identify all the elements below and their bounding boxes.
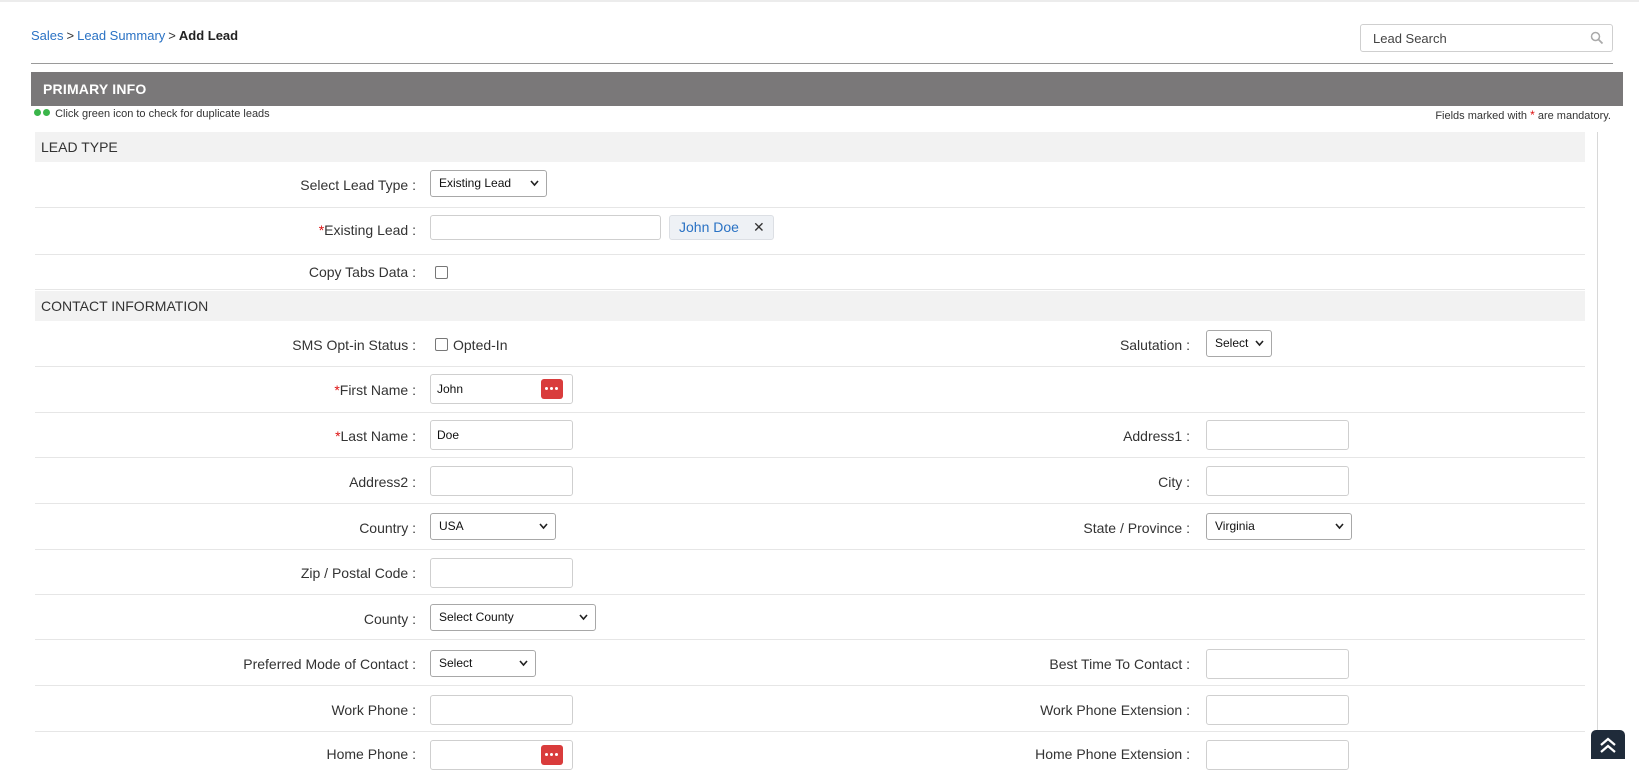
- right-border: [1597, 132, 1598, 759]
- address1-label: Address1 :: [1123, 428, 1190, 444]
- address1-input[interactable]: [1206, 420, 1349, 450]
- first-name-label: *First Name :: [334, 382, 416, 398]
- double-chevron-up-icon: [1600, 737, 1616, 753]
- existing-lead-input[interactable]: [430, 215, 661, 240]
- city-label: City :: [1158, 474, 1190, 490]
- work-phone-extension-label: Work Phone Extension :: [1040, 702, 1190, 718]
- first-name-label-text: First Name :: [339, 382, 416, 398]
- breadcrumb-sales-link[interactable]: Sales: [31, 28, 64, 43]
- row-divider: [35, 549, 1585, 550]
- row-divider: [35, 412, 1585, 413]
- existing-lead-chip-label: John Doe: [679, 219, 739, 235]
- sms-opt-in-label: SMS Opt-in Status :: [292, 337, 416, 353]
- row-divider: [35, 685, 1585, 686]
- header-divider: [31, 63, 1613, 64]
- zip-postal-code-label: Zip / Postal Code :: [300, 565, 416, 581]
- chevron-down-icon: [530, 180, 539, 187]
- last-name-label-text: Last Name :: [340, 428, 416, 444]
- row-divider: [35, 254, 1585, 255]
- scroll-to-top-button[interactable]: [1591, 730, 1625, 759]
- duplicate-hint: Click green icon to check for duplicate …: [34, 108, 270, 120]
- sms-opted-in-label: Opted-In: [453, 337, 508, 353]
- green-dot-icon: [43, 109, 50, 116]
- lead-type-select[interactable]: Existing Lead: [430, 170, 547, 197]
- home-phone-label: Home Phone :: [326, 746, 417, 762]
- country-select-value: USA: [439, 519, 464, 533]
- section-lead-type: LEAD TYPE: [35, 132, 1585, 162]
- password-manager-key-icon[interactable]: [541, 379, 563, 399]
- copy-tabs-label: Copy Tabs Data :: [308, 264, 416, 280]
- section-contact-information: CONTACT INFORMATION: [35, 291, 1585, 321]
- chevron-down-icon: [519, 660, 528, 667]
- county-select-value: Select County: [439, 610, 514, 624]
- county-label: County :: [363, 611, 416, 627]
- lead-search-input[interactable]: [1361, 25, 1581, 51]
- work-phone-label: Work Phone :: [331, 702, 416, 718]
- city-input[interactable]: [1206, 466, 1349, 496]
- best-time-to-contact-label: Best Time To Contact :: [1049, 656, 1190, 672]
- chevron-down-icon: [1255, 340, 1264, 347]
- address2-label: Address2 :: [349, 474, 416, 490]
- mandatory-note-prefix: Fields marked with: [1435, 110, 1528, 122]
- lead-type-select-value: Existing Lead: [439, 176, 512, 190]
- breadcrumb-current: Add Lead: [178, 28, 239, 43]
- state-province-label: State / Province :: [1083, 520, 1190, 536]
- work-phone-input[interactable]: [430, 695, 573, 725]
- preferred-contact-select[interactable]: Select: [430, 650, 536, 677]
- state-province-select[interactable]: Virginia: [1206, 513, 1352, 540]
- lead-type-label: Select Lead Type :: [300, 177, 416, 193]
- last-name-label: *Last Name :: [335, 428, 416, 444]
- green-dot-icon: [34, 109, 41, 116]
- chevron-down-icon: [579, 614, 588, 621]
- copy-tabs-checkbox[interactable]: [435, 266, 448, 279]
- salutation-select-value: Select: [1215, 336, 1249, 350]
- breadcrumb-separator: >: [168, 28, 176, 43]
- breadcrumb: Sales > Lead Summary > Add Lead: [31, 28, 238, 43]
- work-phone-extension-input[interactable]: [1206, 695, 1349, 725]
- row-divider: [35, 731, 1585, 732]
- zip-postal-code-input[interactable]: [430, 558, 573, 588]
- chevron-down-icon: [1335, 523, 1344, 530]
- row-divider: [35, 457, 1585, 458]
- home-phone-extension-label: Home Phone Extension :: [1035, 746, 1190, 762]
- row-divider: [35, 594, 1585, 595]
- top-border: [0, 0, 1639, 2]
- existing-lead-label-text: Existing Lead :: [324, 222, 416, 238]
- salutation-select[interactable]: Select: [1206, 330, 1272, 357]
- remove-chip-icon[interactable]: ✕: [753, 219, 765, 235]
- duplicate-hint-text: Click green icon to check for duplicate …: [55, 108, 270, 120]
- county-select[interactable]: Select County: [430, 604, 596, 631]
- row-divider: [35, 289, 1585, 290]
- sms-opt-in-checkbox[interactable]: [435, 338, 448, 351]
- existing-lead-label: *Existing Lead :: [319, 222, 416, 238]
- required-star: *: [1530, 108, 1535, 122]
- preferred-contact-label: Preferred Mode of Contact :: [243, 656, 416, 672]
- row-divider: [35, 639, 1585, 640]
- chevron-down-icon: [539, 523, 548, 530]
- country-label: Country :: [359, 520, 416, 536]
- row-divider: [35, 366, 1585, 367]
- salutation-label: Salutation :: [1119, 337, 1190, 353]
- lead-search: [1360, 24, 1613, 52]
- section-banner-primary-info: PRIMARY INFO: [31, 72, 1623, 106]
- breadcrumb-separator: >: [66, 28, 75, 43]
- existing-lead-chip: John Doe ✕: [669, 215, 774, 240]
- preferred-contact-select-value: Select: [439, 656, 473, 670]
- breadcrumb-lead-summary-link[interactable]: Lead Summary: [77, 28, 165, 43]
- mandatory-note: Fields marked with * are mandatory.: [1435, 108, 1611, 122]
- state-province-select-value: Virginia: [1215, 519, 1255, 533]
- country-select[interactable]: USA: [430, 513, 556, 540]
- magnifier-icon[interactable]: [1590, 31, 1604, 45]
- home-phone-extension-input[interactable]: [1206, 740, 1349, 770]
- row-divider: [35, 503, 1585, 504]
- row-divider: [35, 207, 1585, 208]
- password-manager-key-icon[interactable]: [541, 745, 563, 765]
- last-name-input[interactable]: [430, 420, 573, 450]
- mandatory-note-suffix: are mandatory.: [1537, 110, 1611, 122]
- address2-input[interactable]: [430, 466, 573, 496]
- best-time-to-contact-input[interactable]: [1206, 649, 1349, 679]
